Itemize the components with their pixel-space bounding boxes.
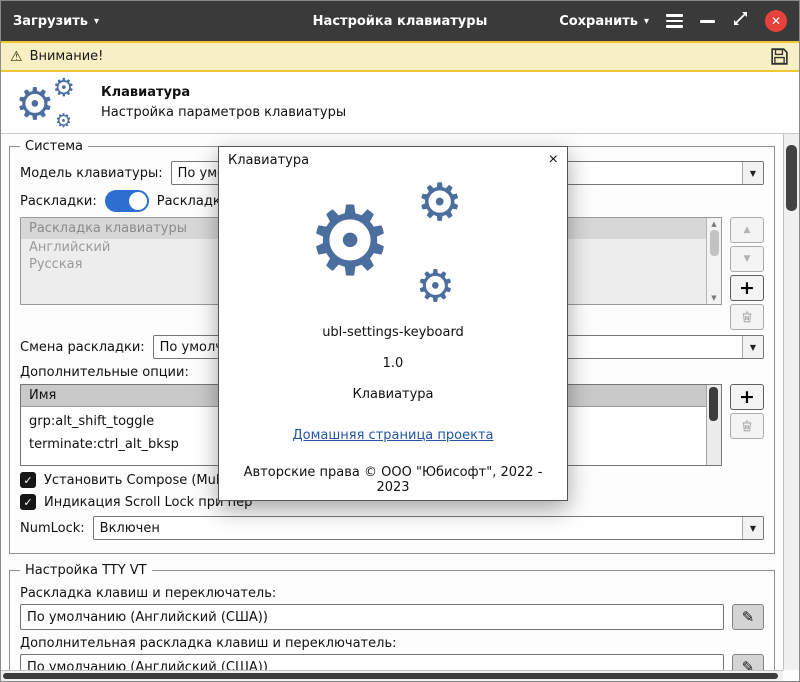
trash-icon <box>740 310 754 324</box>
system-legend: Система <box>20 139 88 154</box>
app-logo: ⚙ ⚙ ⚙ <box>303 177 483 309</box>
expand-icon <box>732 11 748 27</box>
move-down-button[interactable]: ▼ <box>730 246 764 272</box>
close-button[interactable]: ✕ <box>765 10 787 32</box>
page-header: ⚙ ⚙ ⚙ Клавиатура Настройка параметров кл… <box>1 72 799 134</box>
gear-icon: ⚙ <box>53 75 75 100</box>
chevron-down-icon: ▼ <box>742 517 763 539</box>
load-button[interactable]: Загрузить ▾ <box>13 14 99 29</box>
dialog-close-button[interactable]: × <box>549 151 558 169</box>
scrollbar-thumb[interactable] <box>786 145 797 211</box>
gear-icon: ⚙ <box>416 265 455 309</box>
pencil-icon: ✎ <box>742 658 755 670</box>
tty-alt-layout-edit-button[interactable]: ✎ <box>732 654 764 670</box>
chevron-down-icon: ▾ <box>94 16 99 27</box>
tty-alt-layout-label: Дополнительная раскладка клавиш и перекл… <box>20 636 764 651</box>
fullscreen-button[interactable] <box>732 11 748 31</box>
homepage-link[interactable]: Домашняя страница проекта <box>293 428 494 443</box>
scrollbar-thumb[interactable] <box>709 387 718 421</box>
minimize-button[interactable] <box>700 20 715 23</box>
copyright-text: Авторские права © ООО "Юбисофт", 2022 - … <box>229 465 557 495</box>
plus-icon: + <box>739 386 755 408</box>
gear-icon: ⚙ <box>416 177 463 229</box>
scrolllock-checkbox[interactable]: ✓ <box>20 494 36 510</box>
plus-icon: + <box>739 277 755 299</box>
tty-alt-layout-input[interactable]: По умолчанию (Английский (США)) <box>20 654 724 670</box>
add-option-button[interactable]: + <box>730 384 764 410</box>
chevron-down-icon: ▼ <box>742 336 763 358</box>
check-icon: ✓ <box>23 496 32 509</box>
app-name: Клавиатура <box>229 387 557 402</box>
minimize-icon <box>700 20 715 23</box>
pencil-icon: ✎ <box>742 608 755 626</box>
arrow-down-icon[interactable]: ▼ <box>711 292 716 304</box>
save-button-label: Сохранить <box>559 14 638 29</box>
layout-list-scrollbar[interactable]: ▲ ▼ <box>706 218 721 304</box>
compose-checkbox[interactable]: ✓ <box>20 472 36 488</box>
app-id: ubl-settings-keyboard <box>229 325 557 340</box>
toggle-knob <box>129 192 147 210</box>
tty-legend: Настройка TTY VT <box>20 563 152 578</box>
menu-button[interactable] <box>666 14 683 28</box>
scrollbar-thumb[interactable] <box>710 230 719 256</box>
layouts-toggle[interactable] <box>105 190 149 212</box>
tty-layout-edit-button[interactable]: ✎ <box>732 604 764 630</box>
keyboard-model-label: Модель клавиатуры: <box>20 166 163 181</box>
dialog-title: Клавиатура <box>228 153 549 168</box>
arrow-up-icon: ▲ <box>744 225 751 235</box>
trash-icon <box>740 419 754 433</box>
delete-layout-button[interactable] <box>730 304 764 330</box>
tty-fieldset: Настройка TTY VT Раскладка клавиш и пере… <box>9 563 775 670</box>
titlebar: Настройка клавиатуры Загрузить ▾ Сохрани… <box>1 1 799 41</box>
close-icon: ✕ <box>771 14 781 28</box>
move-up-button[interactable]: ▲ <box>730 217 764 243</box>
check-icon: ✓ <box>23 474 32 487</box>
tty-layout-value: По умолчанию (Английский (США)) <box>27 610 268 625</box>
tty-layout-label: Раскладка клавиш и переключатель: <box>20 586 764 601</box>
page-title: Клавиатура <box>101 85 346 100</box>
horizontal-scrollbar[interactable] <box>1 670 783 681</box>
numlock-select[interactable]: Включен ▼ <box>93 516 764 540</box>
layouts-label: Раскладки: <box>20 194 97 209</box>
arrow-up-icon[interactable]: ▲ <box>711 218 716 230</box>
save-file-button[interactable] <box>769 46 790 67</box>
close-icon: × <box>549 151 558 168</box>
chevron-down-icon: ▼ <box>742 162 763 184</box>
gear-icon: ⚙ <box>307 193 393 289</box>
warning-text: Внимание! <box>30 49 104 64</box>
add-layout-button[interactable]: + <box>730 275 764 301</box>
dialog-titlebar: Клавиатура × <box>219 147 567 173</box>
keyboard-settings-icon: ⚙ ⚙ ⚙ <box>15 75 79 131</box>
gear-icon: ⚙ <box>55 112 72 131</box>
warning-bar: ⚠ Внимание! <box>1 41 799 72</box>
app-version: 1.0 <box>229 356 557 371</box>
floppy-icon <box>769 46 790 67</box>
app-window: Настройка клавиатуры Загрузить ▾ Сохрани… <box>0 0 800 682</box>
arrow-down-icon: ▼ <box>744 254 751 264</box>
layout-switch-label: Смена раскладки: <box>20 340 145 355</box>
warning-icon: ⚠ <box>10 49 23 65</box>
numlock-value: Включен <box>94 517 742 539</box>
about-dialog: Клавиатура × ⚙ ⚙ ⚙ ubl-settings-keyboard… <box>218 146 568 501</box>
chevron-down-icon: ▾ <box>644 16 649 27</box>
gear-icon: ⚙ <box>15 83 54 127</box>
scrollbar-thumb[interactable] <box>3 673 778 679</box>
compose-checkbox-label: Установить Compose (Multi_K <box>44 473 243 488</box>
tty-alt-layout-value: По умолчанию (Английский (США)) <box>27 660 268 671</box>
load-button-label: Загрузить <box>13 14 88 29</box>
save-button[interactable]: Сохранить ▾ <box>559 14 649 29</box>
vertical-scrollbar[interactable] <box>783 134 799 670</box>
tty-layout-input[interactable]: По умолчанию (Английский (США)) <box>20 604 724 630</box>
options-table-scrollbar[interactable] <box>706 385 721 465</box>
numlock-label: NumLock: <box>20 521 85 536</box>
page-subtitle: Настройка параметров клавиатуры <box>101 105 346 120</box>
delete-option-button[interactable] <box>730 413 764 439</box>
